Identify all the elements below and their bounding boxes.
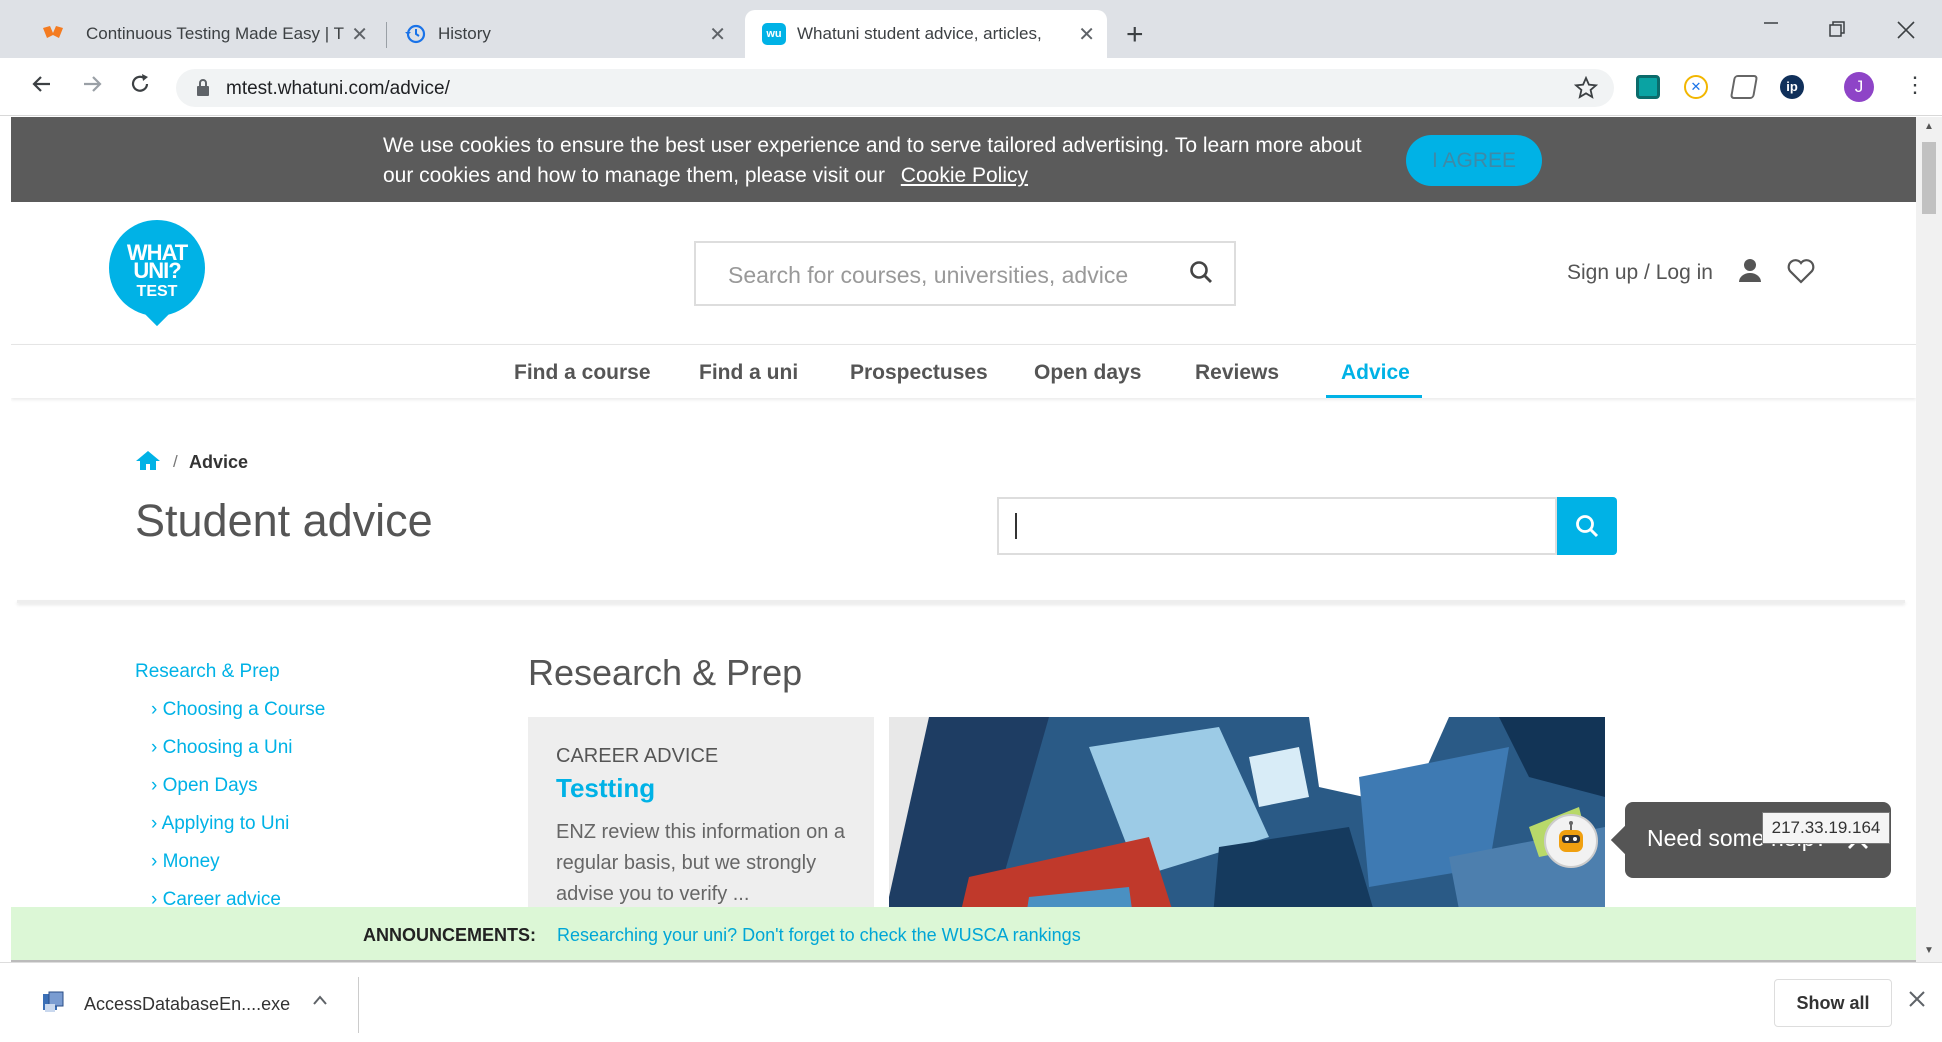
tab-close-icon[interactable]: ✕ [351, 22, 368, 47]
section-title: Research & Prep [528, 652, 803, 693]
lock-icon [196, 79, 210, 102]
extension-cross-icon[interactable]: ✕ [1684, 75, 1708, 99]
sidebar-item-label: Applying to Uni [161, 813, 290, 834]
logo-text-uni: UNI? [133, 258, 181, 283]
heart-icon[interactable] [1787, 258, 1815, 289]
help-pointer [1610, 825, 1640, 855]
logo-pin [142, 297, 172, 327]
advice-search-input[interactable] [997, 497, 1557, 555]
tab-title: Whatuni student advice, articles, [797, 24, 1042, 43]
chatbot-avatar-icon[interactable] [1544, 814, 1598, 868]
agree-button[interactable]: I AGREE [1406, 135, 1542, 186]
sidebar-item-applying-to-uni[interactable]: › Applying to Uni [151, 813, 289, 835]
extension-grid-icon[interactable] [1636, 75, 1660, 99]
browser-toolbar: mtest.whatuni.com/advice/ ✕ ip J ⋮ [0, 58, 1942, 116]
search-placeholder: Search for courses, universities, advice [728, 262, 1129, 288]
installer-file-icon [41, 990, 65, 1014]
search-icon [1574, 513, 1600, 544]
scrollbar-thumb[interactable] [1922, 142, 1936, 214]
bookmark-star-icon[interactable] [1573, 75, 1599, 105]
tab-whatuni-advice[interactable]: wu Whatuni student advice, articles, ✕ [745, 10, 1107, 58]
cookie-message: We use cookies to ensure the best user e… [383, 131, 1373, 191]
search-icon[interactable] [1188, 259, 1214, 290]
extension-ruler-icon[interactable] [1729, 75, 1759, 99]
show-all-button[interactable]: Show all [1774, 979, 1892, 1027]
sidebar-item-open-days[interactable]: › Open Days [151, 775, 258, 797]
sidebar-heading[interactable]: Research & Prep [135, 661, 280, 683]
card-category: CAREER ADVICE [556, 745, 719, 767]
scroll-down-icon[interactable]: ▼ [1924, 945, 1934, 956]
scroll-up-icon[interactable]: ▲ [1924, 121, 1934, 132]
profile-avatar[interactable]: J [1844, 72, 1874, 102]
history-icon [404, 23, 426, 50]
text-caret [1015, 513, 1017, 539]
whatuni-favicon-icon: wu [762, 23, 786, 45]
header-search-input[interactable]: Search for courses, universities, advice [694, 241, 1236, 306]
main-nav: Find a course Find a uni Prospectuses Op… [11, 344, 1916, 398]
close-icon[interactable] [1908, 987, 1926, 1015]
chevron-up-icon[interactable] [312, 989, 328, 1012]
tab-continuous-testing[interactable]: Continuous Testing Made Easy | T ✕ [10, 10, 380, 58]
minimize-icon[interactable] [1762, 14, 1780, 37]
cookie-text: We use cookies to ensure the best user e… [383, 134, 1362, 187]
tab-close-icon[interactable]: ✕ [1078, 22, 1095, 47]
ip-address-badge: 217.33.19.164 [1762, 812, 1890, 844]
breadcrumb-separator: / [173, 452, 178, 471]
forward-arrow-icon[interactable] [80, 72, 104, 103]
download-filename[interactable]: AccessDatabaseEn....exe [84, 994, 290, 1015]
back-arrow-icon[interactable] [30, 72, 54, 103]
nav-active-underline [1326, 395, 1422, 398]
scrollbar[interactable]: ▲ ▼ [1916, 117, 1942, 962]
extension-ip-icon[interactable]: ip [1780, 75, 1804, 99]
tab-close-icon[interactable]: ✕ [709, 22, 726, 47]
orange-logo-icon [42, 24, 64, 47]
sidebar-item-choosing-a-uni[interactable]: › Choosing a Uni [151, 737, 293, 759]
page-title: Student advice [135, 495, 433, 546]
sidebar-item-label: Open Days [162, 775, 258, 796]
advice-search-button[interactable] [1557, 497, 1617, 555]
nav-find-a-uni[interactable]: Find a uni [699, 361, 798, 385]
address-bar[interactable]: mtest.whatuni.com/advice/ [176, 69, 1614, 107]
nav-find-a-course[interactable]: Find a course [514, 361, 651, 385]
window-close-icon[interactable] [1896, 20, 1916, 45]
cookie-policy-link[interactable]: Cookie Policy [901, 164, 1028, 187]
new-tab-button[interactable]: + [1126, 18, 1144, 52]
tab-title: History [438, 24, 491, 43]
restore-icon[interactable] [1828, 20, 1846, 43]
nav-reviews[interactable]: Reviews [1195, 361, 1279, 385]
tab-divider [386, 22, 387, 48]
logo-text-test: TEST [136, 283, 178, 300]
menu-kebab-icon[interactable]: ⋮ [1904, 72, 1926, 98]
sidebar-item-label: Choosing a Uni [162, 737, 293, 758]
web-page: We use cookies to ensure the best user e… [11, 117, 1916, 962]
sidebar-item-label: Money [162, 851, 220, 872]
cookie-banner: We use cookies to ensure the best user e… [11, 117, 1916, 202]
nav-prospectuses[interactable]: Prospectuses [850, 361, 988, 385]
sidebar-item-money[interactable]: › Money [151, 851, 220, 873]
nav-advice[interactable]: Advice [1341, 361, 1410, 385]
announcement-label: ANNOUNCEMENTS: [363, 925, 536, 945]
user-icon[interactable] [1737, 257, 1763, 288]
signin-link[interactable]: Sign up / Log in [1567, 261, 1713, 285]
download-divider [358, 977, 359, 1033]
whatuni-logo[interactable]: WHAT UNI? TEST [109, 220, 205, 327]
download-bar: AccessDatabaseEn....exe Show all [0, 962, 1942, 1042]
nav-open-days[interactable]: Open days [1034, 361, 1141, 385]
card-description: ENZ review this information on a regular… [556, 821, 846, 905]
announcement-link[interactable]: Researching your uni? Don't forget to ch… [557, 925, 1081, 946]
card-title[interactable]: Testting [556, 773, 655, 804]
sidebar-item-label: Choosing a Course [162, 699, 326, 720]
tab-history[interactable]: History ✕ [390, 10, 738, 58]
url-text: mtest.whatuni.com/advice/ [226, 78, 450, 99]
tab-title: Continuous Testing Made Easy | T [86, 24, 344, 43]
sidebar-item-choosing-a-course[interactable]: › Choosing a Course [151, 699, 325, 721]
tab-strip: Continuous Testing Made Easy | T ✕ Histo… [0, 0, 1942, 58]
section-divider [17, 600, 1905, 603]
breadcrumb-current: Advice [189, 452, 249, 472]
reload-icon[interactable] [128, 72, 152, 103]
home-icon[interactable] [135, 449, 161, 476]
announcement-bar: ANNOUNCEMENTS: Researching your uni? Don… [11, 907, 1916, 962]
